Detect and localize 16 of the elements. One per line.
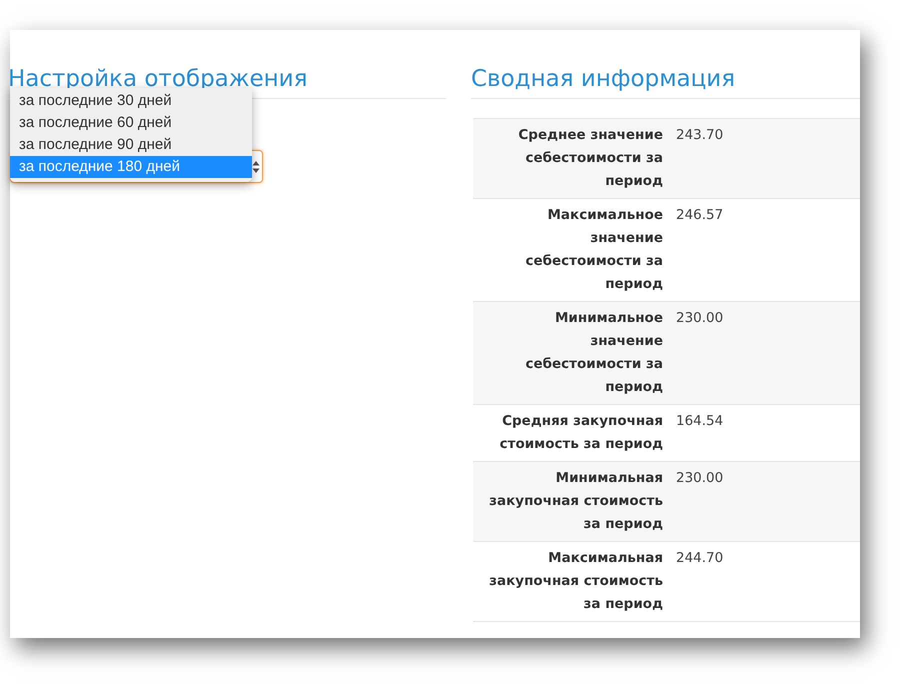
row-label: Максимальное значение себестоимости за период <box>524 206 663 294</box>
row-value: 164.54 <box>676 412 724 431</box>
row-label: Средняя закупочная стоимость за период <box>498 412 663 454</box>
row-label: Максимальная закупочная стоимость за период <box>488 549 663 614</box>
row-value: 246.57 <box>676 206 724 225</box>
row-value: 244.70 <box>676 549 724 568</box>
dropdown-option[interactable]: за последние 60 дней <box>10 112 252 134</box>
row-label: Минимальная закупочная стоимость за период <box>488 469 663 534</box>
section-title: Сводная информация <box>471 64 860 99</box>
row-value: 230.00 <box>676 469 724 488</box>
dropdown-option[interactable]: за последние 90 дней <box>10 134 252 156</box>
row-value: 243.70 <box>676 126 724 145</box>
row-label: Минимальное значение себестоимости за период <box>524 309 663 397</box>
stepper-arrows-icon <box>252 160 260 174</box>
row-label: Среднее значение себестоимости за период <box>517 126 663 191</box>
row-value: 230.00 <box>676 309 724 328</box>
